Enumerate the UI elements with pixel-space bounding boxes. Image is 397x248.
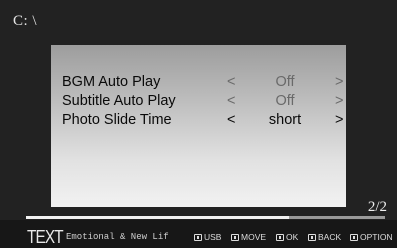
setting-value: Off bbox=[275, 74, 295, 90]
hint-ok[interactable]: OK bbox=[276, 232, 298, 242]
page-progress-bar bbox=[26, 216, 385, 219]
hint-label: BACK bbox=[318, 232, 342, 242]
hint-label: OPTION bbox=[360, 232, 393, 242]
setting-label: Photo Slide Time bbox=[62, 112, 172, 128]
setting-photo-slide-time[interactable]: Photo Slide Time < short > bbox=[51, 111, 346, 129]
hint-label: OK bbox=[286, 232, 299, 242]
setting-value: Off bbox=[275, 93, 295, 109]
move-key-icon bbox=[231, 233, 239, 241]
arrow-left-icon[interactable]: < bbox=[227, 111, 235, 129]
hint-label: USB bbox=[204, 232, 222, 242]
arrow-right-icon[interactable]: > bbox=[335, 73, 343, 91]
current-path: C: \ bbox=[13, 13, 38, 29]
media-player-screen: C: \ BGM Auto Play < Off > Subtitle Auto… bbox=[0, 0, 397, 248]
brand-tagline: Emotional & New Lif bbox=[66, 232, 169, 242]
setting-subtitle-auto-play[interactable]: Subtitle Auto Play < Off > bbox=[51, 92, 346, 110]
brand-logo: TEXT bbox=[27, 227, 64, 247]
footer-bar: TEXT Emotional & New Lif USB MOVE OK BAC… bbox=[0, 220, 397, 248]
hint-option[interactable]: OPTION bbox=[350, 232, 393, 242]
ok-key-icon bbox=[276, 233, 284, 241]
page-progress-remainder bbox=[289, 216, 385, 219]
page-indicator: 2/2 bbox=[367, 199, 387, 215]
hint-label: MOVE bbox=[241, 232, 267, 242]
arrow-right-icon[interactable]: > bbox=[335, 92, 343, 110]
arrow-left-icon[interactable]: < bbox=[227, 92, 235, 110]
hint-back[interactable]: BACK bbox=[308, 232, 341, 242]
arrow-left-icon[interactable]: < bbox=[227, 73, 235, 91]
usb-key-icon bbox=[194, 233, 202, 241]
arrow-right-icon[interactable]: > bbox=[335, 111, 343, 129]
setting-bgm-auto-play[interactable]: BGM Auto Play < Off > bbox=[51, 73, 346, 91]
setting-label: Subtitle Auto Play bbox=[62, 93, 176, 109]
back-key-icon bbox=[308, 233, 316, 241]
setting-value: short bbox=[268, 112, 302, 128]
settings-panel: BGM Auto Play < Off > Subtitle Auto Play… bbox=[51, 45, 346, 207]
hint-move[interactable]: MOVE bbox=[231, 232, 266, 242]
setting-label: BGM Auto Play bbox=[62, 74, 161, 90]
hint-usb[interactable]: USB bbox=[194, 232, 221, 242]
option-key-icon bbox=[350, 233, 358, 241]
